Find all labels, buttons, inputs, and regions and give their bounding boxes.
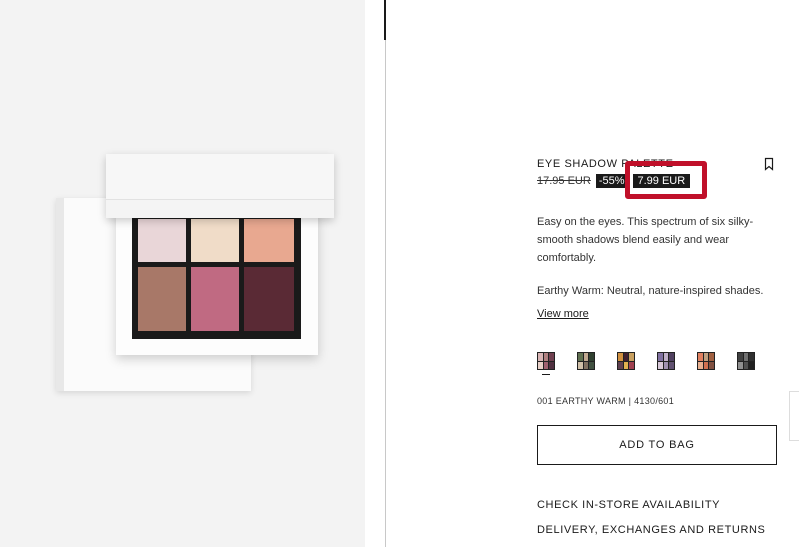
side-panel-tab[interactable]: [789, 391, 799, 441]
palette-lid-top: [106, 154, 334, 200]
color-swatches: [537, 352, 755, 375]
swatch-color-cell: [703, 361, 709, 369]
add-to-bag-button[interactable]: ADD TO BAG: [537, 425, 777, 465]
palette-pan-tray: [132, 215, 301, 339]
swatch-color-cell: [749, 353, 754, 361]
swatch-color-cell: [629, 361, 634, 369]
check-store-availability-link[interactable]: CHECK IN-STORE AVAILABILITY: [537, 499, 720, 511]
swatch-color-cell: [669, 353, 674, 361]
swatch-color-cell: [618, 361, 623, 369]
swatch-green[interactable]: [577, 352, 595, 370]
price-highlight-box: [625, 161, 707, 199]
view-more-link[interactable]: View more: [537, 308, 589, 320]
swatch-gold[interactable]: [617, 352, 635, 370]
swatch-color-cell: [709, 361, 714, 369]
swatch-color-cell: [698, 361, 703, 369]
swatch-color-cell: [703, 353, 709, 361]
shade-pan: [191, 219, 239, 262]
panel-divider: [385, 0, 386, 547]
swatch-color-cell: [549, 361, 554, 369]
swatch-color-cell: [583, 353, 589, 361]
swatch-color-cell: [538, 361, 543, 369]
swatch-color-cell: [629, 353, 634, 361]
product-reference: 001 EARTHY WARM | 4130/601: [537, 396, 675, 406]
swatch-color-cell: [738, 361, 743, 369]
palette-lid: [106, 154, 334, 218]
packaging-box-side: [56, 198, 64, 391]
swatch-color-cell: [549, 353, 554, 361]
swatch-color-cell: [538, 353, 543, 361]
swatch-color-cell: [749, 361, 754, 369]
old-price: 17.95 EUR: [537, 175, 591, 187]
bookmark-icon: [764, 157, 774, 171]
shade-pan: [138, 267, 186, 331]
swatch-color-cell: [663, 361, 669, 369]
swatch-color-cell: [743, 353, 749, 361]
swatch-smoky[interactable]: [737, 352, 755, 370]
swatch-color-cell: [669, 361, 674, 369]
swatch-color-cell: [543, 361, 549, 369]
shade-description: Earthy Warm: Neutral, nature-inspired sh…: [537, 285, 764, 297]
swatch-color-cell: [709, 353, 714, 361]
swatch-color-cell: [578, 353, 583, 361]
discount-badge: -55%: [595, 174, 628, 188]
swatch-color-cell: [589, 353, 594, 361]
shade-pan: [244, 267, 294, 331]
swatch-color-cell: [578, 361, 583, 369]
swatch-color-cell: [618, 353, 623, 361]
swatch-color-cell: [543, 353, 549, 361]
bookmark-button[interactable]: [762, 157, 776, 171]
swatch-color-cell: [623, 361, 629, 369]
swatch-color-cell: [698, 353, 703, 361]
swatch-color-cell: [738, 353, 743, 361]
divider-indicator: [384, 0, 386, 40]
delivery-returns-link[interactable]: DELIVERY, EXCHANGES AND RETURNS: [537, 524, 765, 536]
swatch-color-cell: [583, 361, 589, 369]
product-description: Easy on the eyes. This spectrum of six s…: [537, 216, 754, 264]
shade-pan: [244, 219, 294, 262]
shade-pan: [191, 267, 239, 331]
swatch-color-cell: [589, 361, 594, 369]
swatch-color-cell: [658, 353, 663, 361]
shade-pan: [138, 219, 186, 262]
product-image[interactable]: [0, 0, 365, 547]
swatch-color-cell: [623, 353, 629, 361]
swatch-coral[interactable]: [697, 352, 715, 370]
swatch-color-cell: [663, 353, 669, 361]
swatch-color-cell: [658, 361, 663, 369]
swatch-earthy-warm[interactable]: [537, 352, 555, 375]
swatch-color-cell: [743, 361, 749, 369]
swatch-violet[interactable]: [657, 352, 675, 370]
